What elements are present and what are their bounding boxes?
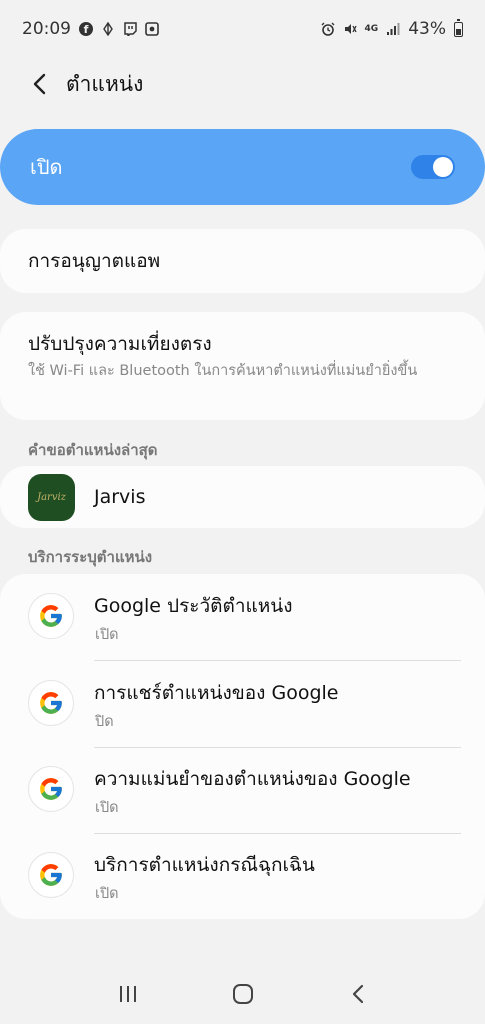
master-toggle[interactable] (411, 155, 455, 179)
status-bar: 20:09 f 4G 43% (0, 0, 485, 58)
status-right: 4G 43% (321, 18, 463, 39)
accuracy-title: ปรับปรุงความเที่ยงตรง (28, 333, 212, 355)
service-title: การแชร์ตำแหน่งของ Google (94, 682, 339, 704)
diamond-icon (101, 22, 115, 36)
app-permissions-item[interactable]: การอนุญาตแอพ (0, 229, 485, 293)
battery-percent: 43% (408, 19, 446, 39)
signal-icon (386, 22, 400, 36)
mute-icon (343, 22, 357, 36)
service-title: บริการตำแหน่งกรณีฉุกเฉิน (94, 854, 315, 876)
alarm-icon (321, 22, 335, 36)
google-icon (28, 766, 74, 812)
google-icon (28, 680, 74, 726)
recent-request-app-name: Jarvis (94, 486, 146, 508)
back-icon[interactable] (338, 974, 378, 1014)
battery-icon (454, 18, 463, 37)
service-status: เปิด (95, 886, 119, 902)
facebook-icon: f (79, 22, 93, 36)
location-services-header: บริการระบุตำแหน่ง (28, 548, 153, 566)
service-title: Google ประวัติตำแหน่ง (94, 595, 293, 617)
toggle-knob (433, 157, 453, 177)
recents-icon[interactable] (108, 974, 148, 1014)
jarvis-app-icon: Jarviz (28, 473, 75, 521)
page-title: ตำแหน่ง (66, 71, 144, 96)
recent-request-item[interactable]: Jarviz Jarvis (0, 466, 485, 528)
service-item-google-location-accuracy[interactable]: ความแม่นยำของตำแหน่งของ Google เปิด (0, 747, 485, 833)
jarvis-icon-text: Jarviz (37, 491, 66, 503)
status-left: 20:09 f (22, 19, 159, 39)
accuracy-description: ใช้ Wi-Fi และ Bluetooth ในการค้นหาตำแหน่… (28, 363, 418, 379)
home-icon[interactable] (223, 974, 263, 1014)
twitch-icon (123, 22, 137, 36)
master-switch-label: เปิด (30, 155, 63, 179)
service-title: ความแม่นยำของตำแหน่งของ Google (94, 768, 411, 790)
location-master-switch[interactable]: เปิด (0, 129, 485, 205)
google-icon (28, 852, 74, 898)
service-item-emergency-location-service[interactable]: บริการตำแหน่งกรณีฉุกเฉิน เปิด (0, 833, 485, 919)
improve-accuracy-item[interactable]: ปรับปรุงความเที่ยงตรง ใช้ Wi-Fi และ Blue… (0, 312, 485, 420)
square-app-icon (145, 22, 159, 36)
service-status: เปิด (95, 627, 119, 643)
service-status: ปิด (95, 714, 114, 730)
navigation-bar (0, 964, 485, 1024)
status-time: 20:09 (22, 19, 71, 39)
network-type: 4G (364, 23, 379, 34)
location-services-card: Google ประวัติตำแหน่ง เปิด การแชร์ตำแหน่… (0, 574, 485, 919)
service-item-google-location-sharing[interactable]: การแชร์ตำแหน่งของ Google ปิด (0, 661, 485, 747)
google-icon (28, 593, 74, 639)
recent-requests-header: คำขอตำแหน่งล่าสุด (28, 441, 158, 459)
app-header: ตำแหน่ง (0, 62, 485, 106)
back-arrow-icon[interactable] (20, 64, 60, 104)
service-item-google-location-history[interactable]: Google ประวัติตำแหน่ง เปิด (0, 574, 485, 660)
service-status: เปิด (95, 800, 119, 816)
app-permissions-label: การอนุญาตแอพ (28, 250, 161, 272)
